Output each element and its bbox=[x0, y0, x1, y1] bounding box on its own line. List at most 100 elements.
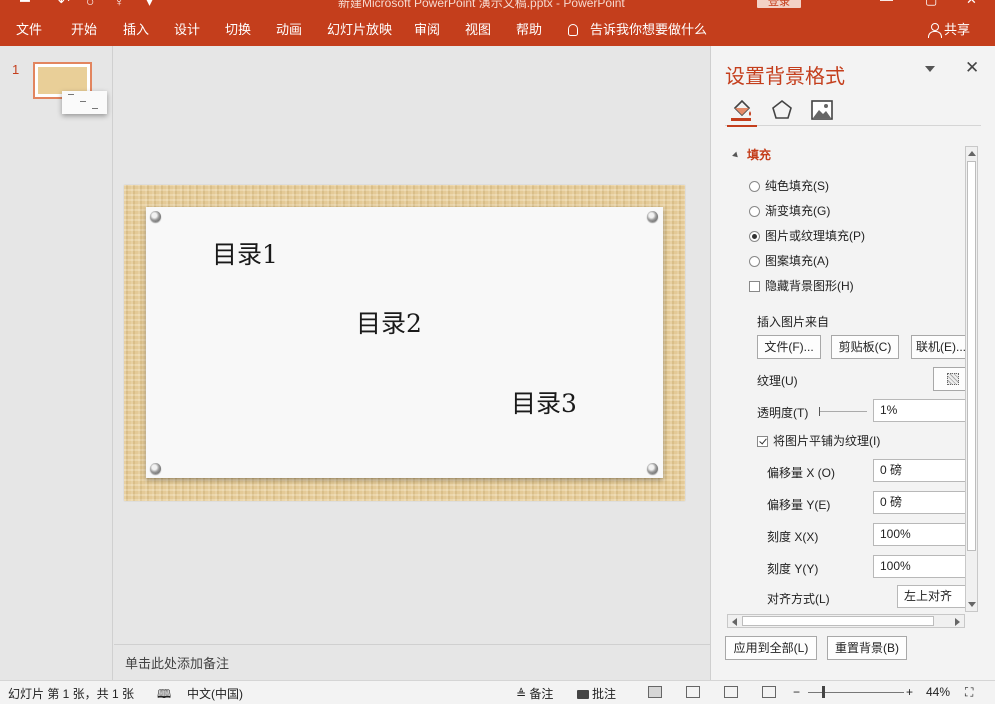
offset-y-field[interactable]: 0 磅 bbox=[873, 491, 973, 514]
pane-vertical-scrollbar[interactable] bbox=[965, 146, 978, 612]
radio-circle-selected bbox=[749, 231, 760, 242]
scroll-thumb[interactable] bbox=[967, 161, 976, 551]
scale-y-label: 刻度 Y(Y) bbox=[767, 562, 819, 576]
transparency-label: 透明度(T) bbox=[757, 406, 809, 420]
close-pane-icon[interactable]: ✕ bbox=[965, 58, 979, 78]
online-button[interactable]: 联机(E)... bbox=[911, 335, 971, 359]
picture-tab[interactable] bbox=[809, 98, 835, 122]
radio-gradient-fill[interactable]: 渐变填充(G) bbox=[749, 202, 830, 219]
notes-area[interactable]: 单击此处添加备注 bbox=[114, 644, 710, 680]
checkbox-box-checked bbox=[757, 436, 768, 447]
document-title: 新建Microsoft PowerPoint 演示文稿.pptx - Power… bbox=[338, 0, 625, 10]
tell-me-box[interactable]: 告诉我你想要做什么 bbox=[568, 14, 707, 46]
scale-x-field[interactable]: 100% bbox=[873, 523, 973, 546]
share-button[interactable]: 共享 bbox=[928, 14, 970, 46]
ribbon-tabs: 文件 开始 插入 设计 切换 动画 幻灯片放映 审阅 视图 帮助 告诉我你想要做… bbox=[0, 14, 995, 46]
maximize-icon[interactable]: ▢ bbox=[925, 0, 937, 8]
tab-insert[interactable]: 插入 bbox=[123, 14, 149, 46]
tile-checkbox[interactable]: 将图片平铺为纹理(I) bbox=[757, 432, 880, 449]
scroll-thumb-horizontal[interactable] bbox=[742, 616, 934, 626]
tab-animations[interactable]: 动画 bbox=[276, 14, 302, 46]
tab-review[interactable]: 审阅 bbox=[414, 14, 440, 46]
transparency-slider[interactable] bbox=[819, 407, 867, 416]
radio-circle bbox=[749, 256, 760, 267]
clipboard-button[interactable]: 剪贴板(C) bbox=[831, 335, 899, 359]
reading-view-icon[interactable] bbox=[724, 686, 738, 698]
offset-x-label: 偏移量 X (O) bbox=[767, 466, 835, 480]
slideshow-view-icon[interactable] bbox=[762, 686, 776, 698]
zoom-in-icon[interactable]: + bbox=[906, 685, 913, 699]
scroll-up-icon[interactable] bbox=[968, 151, 976, 156]
tile-label: 将图片平铺为纹理(I) bbox=[773, 434, 881, 448]
slide-text-2[interactable]: 目录2 bbox=[356, 304, 422, 340]
comments-button[interactable]: 批注 bbox=[577, 685, 616, 702]
transparency-field[interactable]: 1% bbox=[873, 399, 973, 422]
hide-background-label: 隐藏背景图形(H) bbox=[765, 279, 854, 293]
radio-circle bbox=[749, 181, 760, 192]
effects-tab[interactable] bbox=[769, 98, 795, 122]
tab-transitions[interactable]: 切换 bbox=[225, 14, 251, 46]
hide-background-checkbox[interactable]: 隐藏背景图形(H) bbox=[749, 277, 854, 294]
save-icon[interactable]: ▀ bbox=[20, 0, 30, 9]
tab-home[interactable]: 开始 bbox=[71, 14, 97, 46]
fit-to-window-icon[interactable]: ⛶ bbox=[965, 685, 973, 700]
fill-tab[interactable] bbox=[727, 98, 757, 127]
checkbox-box bbox=[749, 281, 760, 292]
radio-pattern-fill[interactable]: 图案填充(A) bbox=[749, 252, 829, 269]
reset-background-button[interactable]: 重置背景(B) bbox=[827, 636, 907, 660]
notes-button[interactable]: ≜ 备注 bbox=[516, 685, 553, 702]
file-button[interactable]: 文件(F)... bbox=[757, 335, 821, 359]
thumbnail-line bbox=[92, 108, 98, 109]
texture-swatch-icon bbox=[947, 373, 959, 385]
tell-me-text: 告诉我你想要做什么 bbox=[590, 22, 708, 37]
slide-text-3[interactable]: 目录3 bbox=[511, 384, 577, 420]
radio-pattern-label: 图案填充(A) bbox=[765, 254, 829, 268]
pin-icon bbox=[150, 211, 161, 222]
tab-design[interactable]: 设计 bbox=[174, 14, 200, 46]
close-window-icon[interactable]: ✕ bbox=[966, 0, 977, 8]
accessibility-icon[interactable]: 🕮 bbox=[157, 685, 171, 704]
scroll-right-icon[interactable] bbox=[955, 618, 960, 626]
tab-file[interactable]: 文件 bbox=[16, 14, 42, 46]
slideshow-start-icon[interactable]: ♀ bbox=[114, 0, 125, 9]
slide-sorter-view-icon[interactable] bbox=[686, 686, 700, 698]
normal-view-icon[interactable] bbox=[648, 686, 662, 698]
scale-y-field[interactable]: 100% bbox=[873, 555, 973, 578]
undo-icon[interactable]: ↶ bbox=[58, 0, 70, 10]
texture-label: 纹理(U) bbox=[757, 374, 798, 388]
slide-thumbnail[interactable] bbox=[33, 62, 107, 114]
pin-icon bbox=[150, 463, 161, 474]
tab-help[interactable]: 帮助 bbox=[516, 14, 542, 46]
fill-section-header[interactable]: 填充 bbox=[732, 146, 772, 163]
radio-solid-label: 纯色填充(S) bbox=[765, 179, 829, 193]
fill-section-label: 填充 bbox=[747, 148, 772, 162]
zoom-level[interactable]: 44% bbox=[926, 685, 950, 699]
minimize-icon[interactable]: — bbox=[880, 0, 893, 7]
scroll-left-icon[interactable] bbox=[732, 618, 737, 626]
radio-solid-fill[interactable]: 纯色填充(S) bbox=[749, 177, 829, 194]
zoom-slider-thumb[interactable] bbox=[822, 686, 825, 698]
thumbnail-paper bbox=[62, 91, 107, 114]
tab-view[interactable]: 视图 bbox=[465, 14, 491, 46]
radio-picture-fill[interactable]: 图片或纹理填充(P) bbox=[749, 227, 865, 244]
tab-slideshow[interactable]: 幻灯片放映 bbox=[327, 14, 392, 46]
pane-horizontal-scrollbar[interactable] bbox=[727, 614, 965, 628]
collapse-triangle-icon bbox=[732, 151, 740, 160]
format-background-pane: 设置背景格式 ✕ 填充 纯色填充(S) 渐变填充(G) 图片或纹理填充(P) 图… bbox=[710, 46, 995, 680]
redo-icon[interactable]: ○ bbox=[86, 0, 94, 9]
slide-text-1[interactable]: 目录1 bbox=[212, 235, 278, 271]
paper-card: 目录1 目录2 目录3 bbox=[146, 207, 663, 478]
apply-to-all-button[interactable]: 应用到全部(L) bbox=[725, 636, 817, 660]
lightbulb-icon bbox=[568, 24, 578, 36]
pane-options-icon[interactable] bbox=[925, 66, 935, 72]
notes-button-label: 备注 bbox=[529, 687, 554, 701]
scroll-down-icon[interactable] bbox=[968, 602, 976, 607]
zoom-out-icon[interactable]: − bbox=[793, 685, 800, 699]
login-button[interactable]: 登录 bbox=[757, 0, 801, 8]
language-indicator[interactable]: 中文(中国) bbox=[187, 685, 243, 702]
offset-x-field[interactable]: 0 磅 bbox=[873, 459, 973, 482]
slide[interactable]: 目录1 目录2 目录3 bbox=[124, 185, 685, 501]
customize-qat-icon[interactable]: ▾ bbox=[146, 0, 153, 10]
insert-from-label: 插入图片来自 bbox=[757, 315, 830, 329]
share-label: 共享 bbox=[944, 22, 971, 37]
